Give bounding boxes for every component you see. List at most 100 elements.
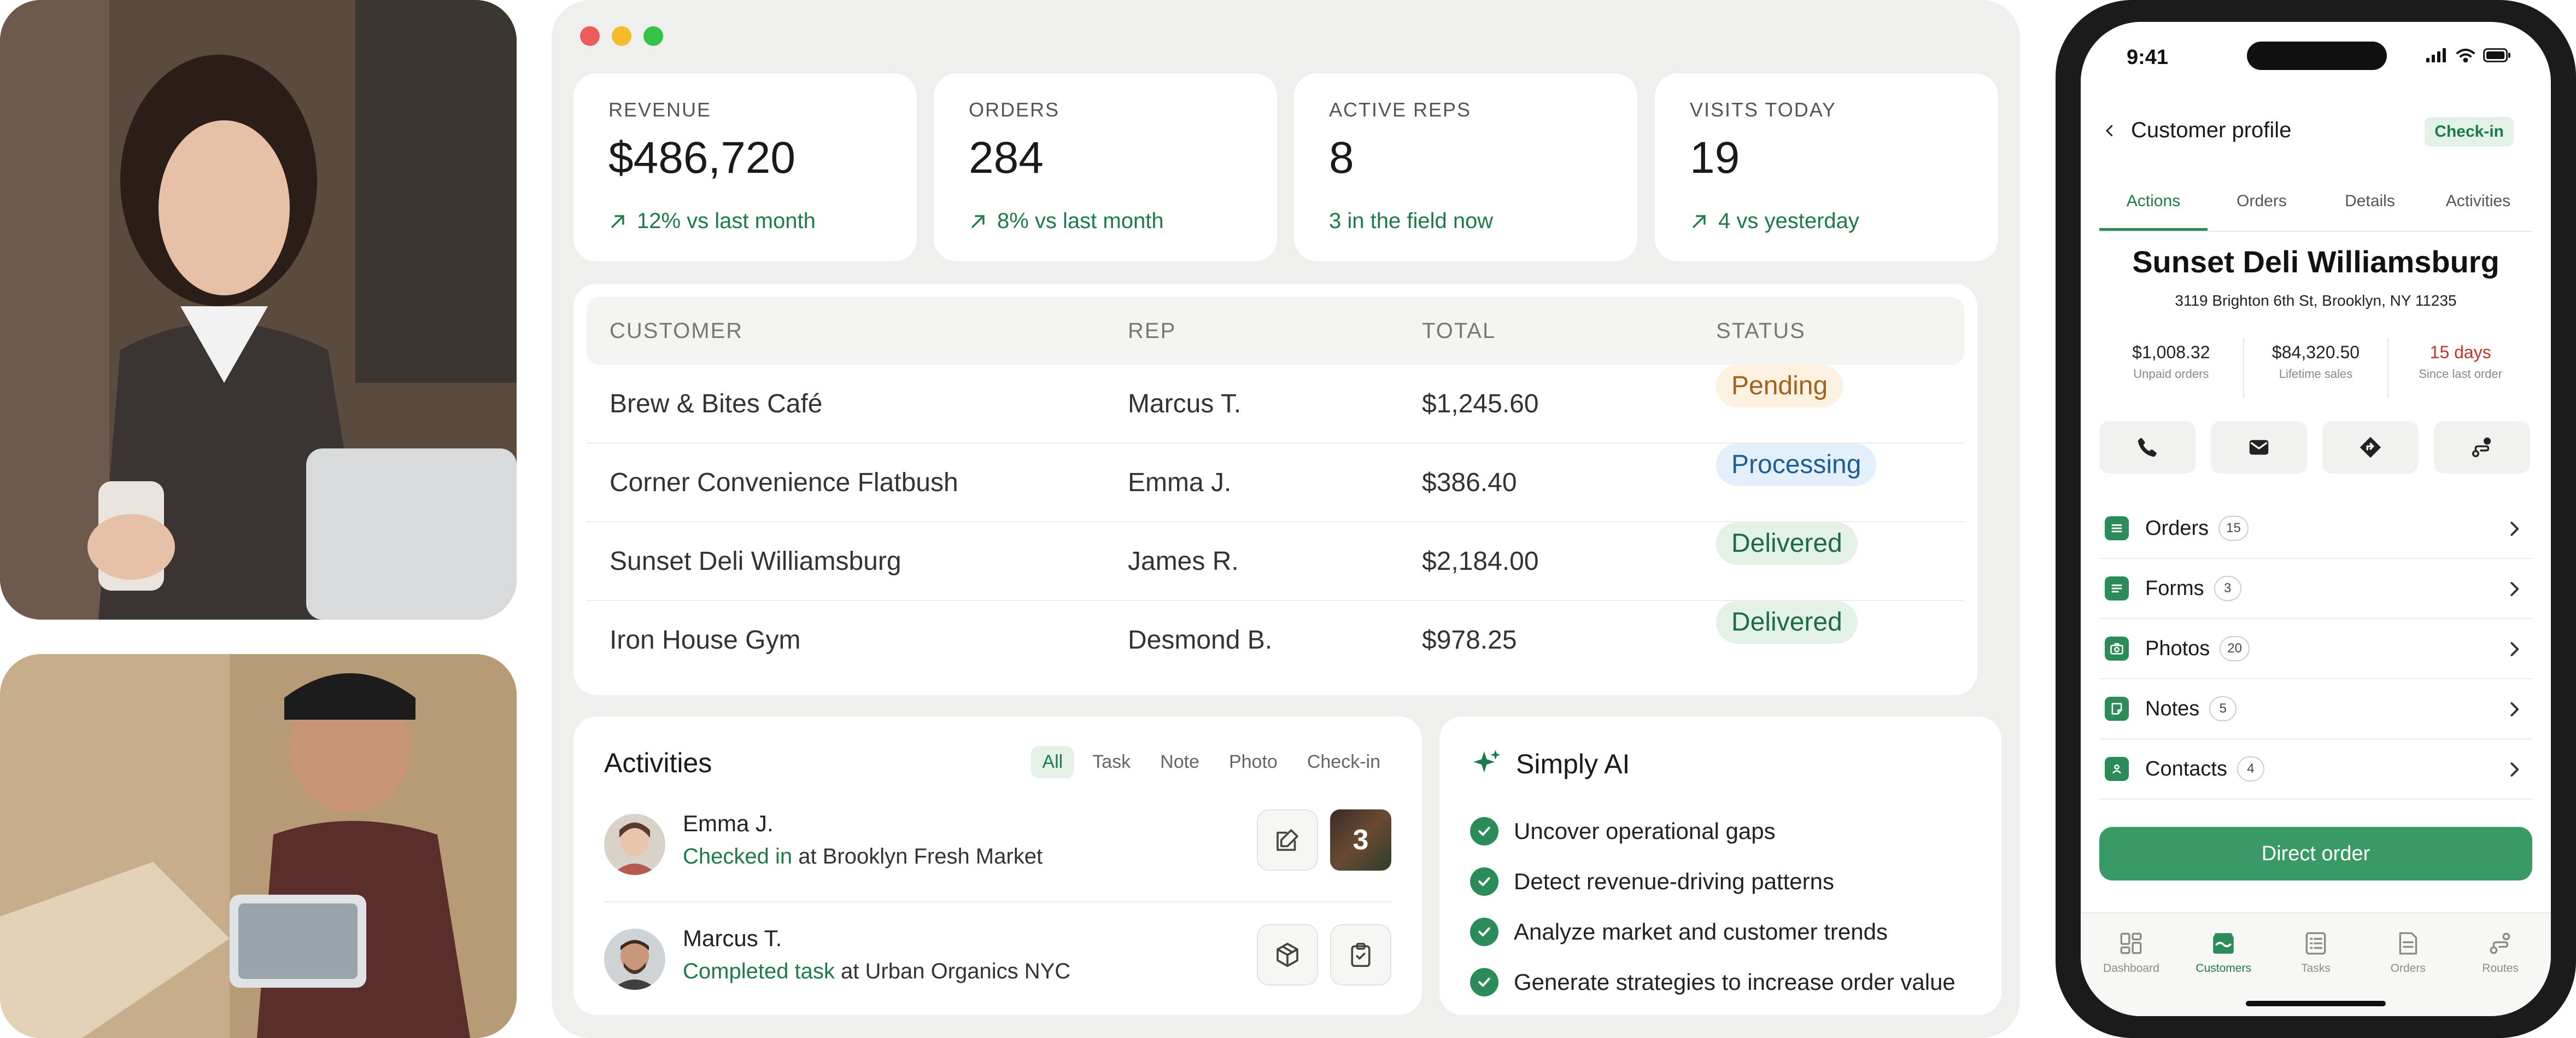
kpi-card-active-reps[interactable]: ACTIVE REPS 8 3 in the field now [1294,73,1637,261]
kpi-value: 284 [969,133,1044,183]
task-clipboard-button[interactable] [1330,924,1391,985]
orders-icon [2399,932,2417,955]
email-button[interactable] [2211,421,2307,474]
menu-item-notes[interactable]: Notes 5 [2099,679,2532,739]
count-badge: 5 [2209,696,2237,721]
kpi-card-revenue[interactable]: REVENUE $486,720 12% vs last month [573,73,917,261]
kpi-delta: 4 vs yesterday [1690,209,1859,234]
kpi-value: 19 [1690,133,1740,183]
avatar [604,929,665,990]
package-button[interactable] [1257,924,1318,985]
menu-item-forms[interactable]: Forms 3 [2099,559,2532,619]
close-window-button[interactable] [580,26,600,46]
cell-rep: Emma J. [1128,468,1232,497]
activity-verb[interactable]: Checked in [683,844,792,868]
page-title: Customer profile [2131,118,2292,142]
route-button[interactable] [2434,421,2530,474]
tab-details[interactable]: Details [2316,185,2424,231]
contact-icon [2105,757,2129,781]
kpi-card-visits-today[interactable]: VISITS TODAY 19 4 vs yesterday [1655,73,1998,261]
table-row[interactable]: Sunset Deli Williamsburg James R. $2,184… [587,522,1964,601]
table-row[interactable]: Iron House Gym Desmond B. $978.25 Delive… [587,601,1964,680]
chevron-right-icon [2510,522,2519,536]
activity-item[interactable]: Marcus T. Completed task at Urban Organi… [604,913,1391,1017]
check-in-button[interactable]: Check-in [2425,117,2514,147]
check-circle-icon [1470,968,1498,996]
cell-customer: Brew & Bites Café [610,389,823,418]
tab-activities[interactable]: Activities [2424,185,2532,231]
status-badge: Processing [1716,444,1877,486]
cell-customer: Iron House Gym [610,626,801,655]
menu-item-orders[interactable]: Orders 15 [2099,499,2532,559]
status-badge: Pending [1716,365,1843,407]
maximize-window-button[interactable] [643,26,663,46]
column-header-rep[interactable]: REP [1128,297,1176,365]
call-button[interactable] [2099,421,2196,474]
routes-icon [2490,932,2510,954]
edit-note-button[interactable] [1257,809,1318,871]
filter-all[interactable]: All [1031,746,1074,778]
table-row[interactable]: Brew & Bites Café Marcus T. $1,245.60 Pe… [587,365,1964,444]
activity-verb[interactable]: Completed task [683,959,835,983]
dashboard-window: REVENUE $486,720 12% vs last month ORDER… [552,0,2020,1038]
tab-actions[interactable]: Actions [2099,185,2208,231]
activity-description: Completed task at Urban Organics NYC [683,959,1070,984]
cell-customer: Corner Convenience Flatbush [610,468,958,497]
activity-description: Checked in at Brooklyn Fresh Market [683,844,1043,869]
filter-check-in[interactable]: Check-in [1296,746,1391,778]
cell-rep: Desmond B. [1128,626,1273,655]
filter-photo[interactable]: Photo [1218,746,1289,778]
photo-thumbnail[interactable]: 3 [1330,809,1391,871]
table-header: CUSTOMER REP TOTAL STATUS [587,297,1964,365]
photo-delivery-worker-with-tablet [0,654,517,1038]
menu-item-contacts[interactable]: Contacts 4 [2099,739,2532,800]
ai-feature-item: Detect revenue-driving patterns [1470,856,1956,907]
route-icon [2472,437,2491,458]
ai-feature-item: Analyze market and customer trends [1470,907,1956,957]
status-badge: Delivered [1716,601,1858,644]
column-header-status[interactable]: STATUS [1716,297,1806,365]
dashboard-icon [2121,932,2142,954]
count-badge: 20 [2220,636,2250,661]
cell-total: $978.25 [1422,626,1517,655]
customer-stats: $1,008.32 Unpaid orders $84,320.50 Lifet… [2099,338,2532,398]
stat-lifetime-sales: $84,320.50 Lifetime sales [2244,338,2389,398]
chevron-right-icon [2510,702,2519,716]
tabbar-routes[interactable]: Routes [2454,913,2546,1016]
direct-order-button[interactable]: Direct order [2099,827,2532,880]
minimize-window-button[interactable] [612,26,631,46]
activity-user-name: Marcus T. [683,925,782,951]
kpi-value: 8 [1329,133,1354,183]
trend-up-icon [611,214,624,228]
kpi-label: REVENUE [608,98,712,121]
table-row[interactable]: Corner Convenience Flatbush Emma J. $386… [587,444,1964,522]
phone-frame: 9:41 Customer profile Check-in Actions O… [2056,0,2576,1038]
activities-title: Activities [604,748,712,778]
cell-customer: Sunset Deli Williamsburg [610,547,901,576]
kpi-label: VISITS TODAY [1690,98,1837,121]
tabbar-dashboard[interactable]: Dashboard [2085,913,2177,1016]
trend-up-icon [1693,214,1706,228]
tab-orders[interactable]: Orders [2208,185,2316,231]
filter-note[interactable]: Note [1149,746,1210,778]
cell-total: $1,245.60 [1422,389,1539,418]
kpi-delta: 3 in the field now [1329,209,1494,233]
ai-header: Simply AI [1470,747,1630,781]
list-icon [2105,516,2129,540]
column-header-total[interactable]: TOTAL [1422,297,1496,365]
menu-item-photos[interactable]: Photos 20 [2099,619,2532,679]
status-badge: Delivered [1716,522,1858,565]
filter-task[interactable]: Task [1081,746,1141,778]
status-bar-time: 9:41 [2127,46,2169,69]
column-header-customer[interactable]: CUSTOMER [610,297,743,365]
back-button[interactable]: Customer profile [2101,118,2291,143]
trend-up-icon [971,214,985,228]
stat-unpaid-orders: $1,008.32 Unpaid orders [2099,338,2244,398]
activity-location: at Brooklyn Fresh Market [792,844,1043,868]
check-circle-icon [1470,817,1498,845]
kpi-label: ACTIVE REPS [1329,98,1472,121]
directions-button[interactable] [2322,421,2419,474]
camera-icon [2105,637,2129,661]
kpi-card-orders[interactable]: ORDERS 284 8% vs last month [934,73,1277,261]
activity-item[interactable]: Emma J. Checked in at Brooklyn Fresh Mar… [604,798,1391,902]
